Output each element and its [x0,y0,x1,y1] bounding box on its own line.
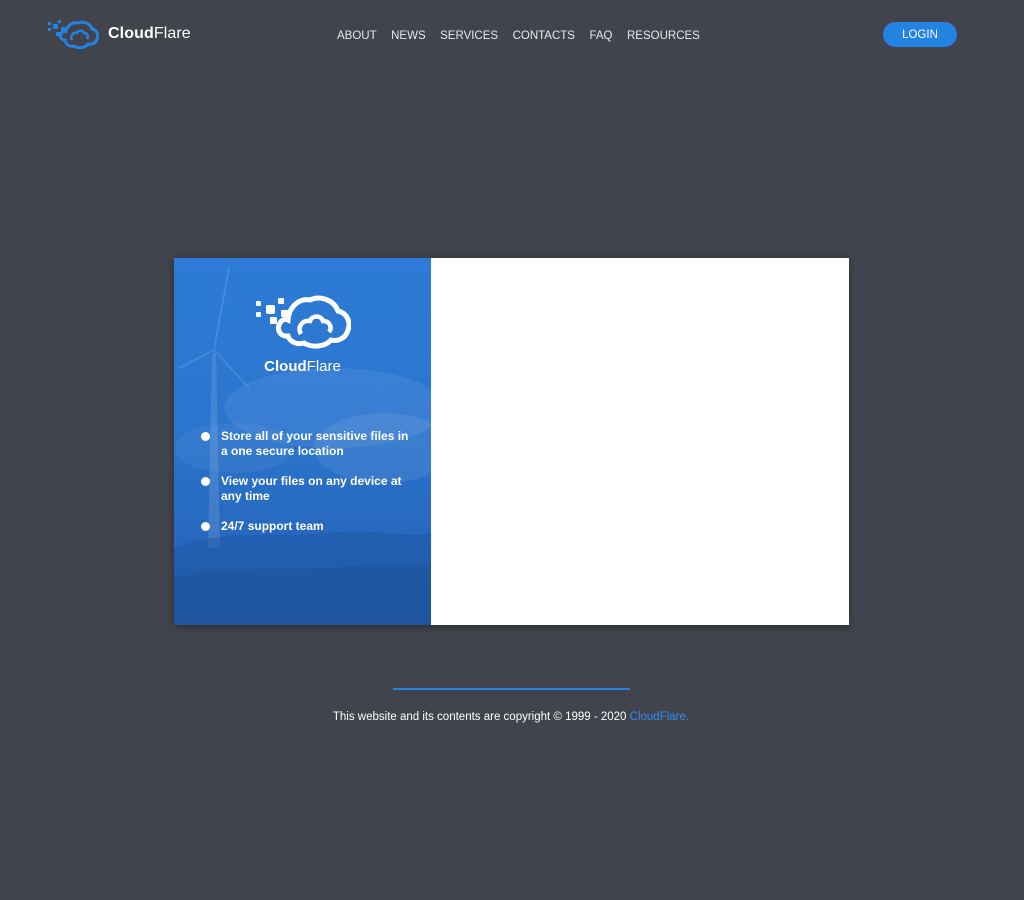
feature-list: Store all of your sensitive files in a o… [201,429,411,549]
main-nav: ABOUT NEWS SERVICES CONTACTS FAQ RESOURC… [337,30,714,42]
nav-resources[interactable]: RESOURCES [627,30,700,42]
nav-faq[interactable]: FAQ [589,30,612,42]
feature-text: Store all of your sensitive files in a o… [221,429,409,458]
card-cloud-logo-icon [256,295,351,349]
bullet-dot-icon [201,432,210,441]
login-button[interactable]: LOGIN [883,22,957,47]
nav-news[interactable]: NEWS [391,30,426,42]
nav-services[interactable]: SERVICES [440,30,498,42]
feature-text: View your files on any device at any tim… [221,474,402,503]
footer-copyright: This website and its contents are copyri… [0,711,1022,723]
bullet-dot-icon [201,477,210,486]
nav-about[interactable]: ABOUT [337,30,377,42]
info-card: CloudFlare Store all of your sensitive f… [174,258,849,625]
bullet-dot-icon [201,522,210,531]
list-item: View your files on any device at any tim… [201,474,411,504]
copyright-text: This website and its contents are copyri… [332,711,630,723]
site-header: CloudFlare ABOUT NEWS SERVICES CONTACTS … [0,0,1024,70]
feature-text: 24/7 support team [221,519,324,533]
card-logo-text: CloudFlare [264,358,341,375]
list-item: 24/7 support team [201,519,411,534]
nav-contacts[interactable]: CONTACTS [513,30,575,42]
header-logo[interactable]: CloudFlare [48,18,191,49]
footer-divider [393,688,630,690]
card-feature-panel: CloudFlare Store all of your sensitive f… [174,258,431,625]
list-item: Store all of your sensitive files in a o… [201,429,411,459]
footer-brand-link[interactable]: CloudFlare. [630,711,689,723]
logo-text: CloudFlare [108,24,191,42]
cloud-logo-icon [48,20,99,49]
card-content-panel [431,258,849,625]
